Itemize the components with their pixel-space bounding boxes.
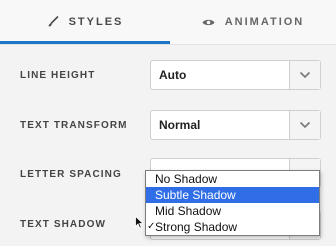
tab-styles-label: STYLES [68,16,124,28]
letter-spacing-label: LETTER SPACING [20,169,122,180]
eye-icon [202,18,215,27]
option-strong-shadow[interactable]: ✓ Strong Shadow [146,219,319,235]
text-shadow-label: TEXT SHADOW [20,219,106,230]
option-strong-shadow-label: Strong Shadow [155,220,238,234]
line-height-select[interactable]: Auto [150,60,321,90]
line-height-value: Auto [159,68,187,82]
active-tab-indicator [0,41,170,44]
tab-styles[interactable]: STYLES [0,0,170,44]
chevron-down-icon[interactable] [289,111,320,139]
option-mid-shadow[interactable]: Mid Shadow [146,203,319,219]
brush-icon [47,16,59,28]
option-subtle-shadow[interactable]: Subtle Shadow [146,187,319,203]
chevron-down-icon[interactable] [289,61,320,89]
checkmark-icon: ✓ [147,221,156,232]
tab-bar: STYLES ANIMATION [0,0,336,45]
tab-animation[interactable]: ANIMATION [170,0,336,44]
mouse-pointer-icon [135,215,145,234]
text-transform-value: Normal [159,118,201,132]
text-shadow-dropdown: No Shadow Subtle Shadow Mid Shadow ✓ Str… [145,170,320,236]
option-no-shadow[interactable]: No Shadow [146,171,319,187]
line-height-label: LINE HEIGHT [20,70,96,81]
text-transform-label: TEXT TRANSFORM [20,120,128,131]
text-transform-select[interactable]: Normal [150,110,321,140]
tab-animation-label: ANIMATION [224,16,305,28]
